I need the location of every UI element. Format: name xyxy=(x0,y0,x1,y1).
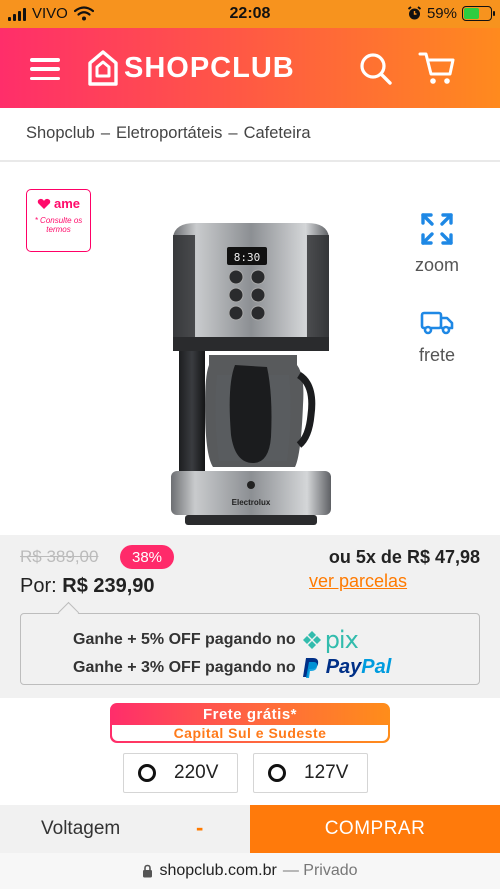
radio-127v[interactable] xyxy=(268,764,286,782)
ver-parcelas-link[interactable]: ver parcelas xyxy=(309,571,407,592)
zoom-label: zoom xyxy=(414,255,459,275)
shopclub-logo-icon xyxy=(88,50,118,86)
payment-promo-box: Ganhe + 5% OFF pagando no pix Ganhe + 3%… xyxy=(20,613,480,685)
pix-promo: Ganhe + 5% OFF pagando no pix xyxy=(73,626,359,654)
ame-terms-note: * Consulte os termos xyxy=(34,216,83,235)
paypal-logo-text: PayPal xyxy=(325,656,392,678)
discount-badge: 38% xyxy=(120,545,174,569)
shipping-title: Frete grátis* xyxy=(202,705,298,723)
pix-promo-text: Ganhe + 5% OFF pagando no xyxy=(73,631,296,648)
breadcrumb-separator: – xyxy=(100,124,110,142)
ame-logo-text: ame xyxy=(53,196,81,211)
search-icon[interactable] xyxy=(359,52,393,86)
voltage-selector-value: - xyxy=(196,815,204,840)
voltage-option-label: 127V xyxy=(304,762,349,783)
battery-icon xyxy=(462,6,495,21)
radio-220v[interactable] xyxy=(138,764,156,782)
lock-icon xyxy=(143,864,153,878)
breadcrumb-separator: – xyxy=(228,124,238,142)
shipping-subtitle: Capital Sul e Sudeste xyxy=(112,725,388,741)
breadcrumb-item-home[interactable]: Shopclub xyxy=(26,124,95,143)
battery-percent: 59% xyxy=(426,5,457,22)
voltage-option-label: 220V xyxy=(174,762,219,783)
voltage-option-127v[interactable]: 127V xyxy=(253,753,368,793)
cart-icon[interactable] xyxy=(418,50,456,86)
zoom-button[interactable]: zoom xyxy=(402,212,472,276)
ame-logo: ame xyxy=(31,196,86,211)
ame-badge[interactable]: ame * Consulte os termos xyxy=(26,189,91,252)
pix-text: pix xyxy=(324,626,359,654)
status-right: 59% xyxy=(407,5,495,22)
installments-text: ou 5x de R$ 47,98 xyxy=(328,547,480,567)
zoom-icon xyxy=(421,213,453,245)
truck-icon xyxy=(420,311,454,335)
pix-logo: pix xyxy=(302,626,359,654)
paypal-promo: Ganhe + 3% OFF pagando no PayPal xyxy=(73,656,391,679)
display-time: 8:30 xyxy=(234,251,261,264)
shopclub-logo[interactable]: SHOPCLUB xyxy=(88,50,295,86)
logo-text: SHOPCLUB xyxy=(124,51,295,84)
voltage-option-220v[interactable]: 220V xyxy=(123,753,238,793)
breadcrumb-item-category[interactable]: Eletroportáteis xyxy=(116,124,222,143)
ame-heart-icon xyxy=(37,198,51,209)
frete-label: frete xyxy=(418,345,456,365)
voltage-selector-label: Voltagem xyxy=(41,818,121,839)
old-price: R$ 389,00 xyxy=(20,547,99,566)
paypal-promo-text: Ganhe + 3% OFF pagando no xyxy=(73,658,296,676)
site-header: SHOPCLUB xyxy=(0,28,500,108)
breadcrumb: Shopclub – Eletroportáteis – Cafeteira xyxy=(26,124,311,143)
breadcrumb-item-subcategory[interactable]: Cafeteira xyxy=(244,124,311,143)
paypal-icon xyxy=(302,657,318,678)
product-image-coffee-maker[interactable]: 8:30 Electrolux xyxy=(165,215,337,533)
menu-icon[interactable] xyxy=(30,58,60,80)
current-price-value: R$ 239,90 xyxy=(62,575,155,597)
status-bar: VIVO 22:08 59% xyxy=(0,0,500,28)
url-private-mode: — Privado xyxy=(282,862,358,879)
current-price: Por: R$ 239,90 xyxy=(20,575,155,598)
brand-text: Electrolux xyxy=(232,498,271,507)
url-domain: shopclub.com.br xyxy=(159,862,277,879)
buy-button[interactable]: COMPRAR xyxy=(250,805,500,853)
pix-icon xyxy=(302,631,321,649)
browser-url-bar[interactable]: shopclub.com.br — Privado xyxy=(0,853,500,889)
free-shipping-banner: Frete grátis* Capital Sul e Sudeste xyxy=(110,703,390,743)
price-section: R$ 389,00 38% ou 5x de R$ 47,98 Por: R$ … xyxy=(0,535,500,698)
alarm-icon xyxy=(407,6,422,20)
divider xyxy=(0,160,500,162)
frete-button[interactable]: frete xyxy=(402,310,472,366)
por-label: Por: xyxy=(20,575,57,597)
voltage-selector[interactable]: Voltagem - xyxy=(0,805,250,853)
